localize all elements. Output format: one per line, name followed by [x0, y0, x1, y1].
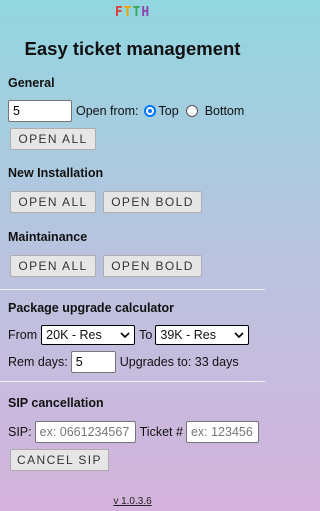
sip-number-input[interactable]	[34, 421, 136, 443]
general-options-row: Open from: Top Bottom	[8, 100, 244, 122]
to-package-select[interactable]: 39K - Res	[155, 325, 250, 345]
radio-top-label: Top	[158, 104, 179, 118]
maintenance-open-bold-button[interactable]: OPEN BOLD	[103, 255, 202, 277]
radio-bottom-label: Bottom	[204, 104, 245, 118]
ticket-number-input[interactable]	[185, 421, 259, 443]
from-package-value: 20K - Res	[46, 328, 102, 342]
rem-days-input[interactable]	[70, 351, 116, 373]
ticket-count-input[interactable]	[8, 100, 72, 122]
general-open-all-button[interactable]: OPEN ALL	[10, 128, 96, 150]
version-link[interactable]: v 1.0.3.6	[0, 496, 265, 507]
calculator-heading: Package upgrade calculator	[8, 301, 175, 315]
from-package-select[interactable]: 20K - Res	[41, 325, 136, 345]
to-label: To	[139, 328, 153, 342]
new-installation-heading: New Installation	[8, 166, 104, 180]
maintenance-open-all-button[interactable]: OPEN ALL	[10, 255, 96, 277]
ticket-label: Ticket #	[139, 425, 183, 439]
sip-row: SIP: Ticket #	[8, 421, 259, 443]
maintenance-heading: Maintainance	[8, 230, 88, 244]
logo-letter-2: T	[123, 5, 133, 20]
logo-letter-3: T	[132, 5, 142, 20]
rem-days-label: Rem days:	[8, 355, 68, 369]
from-label: From	[8, 328, 38, 342]
rem-days-row: Rem days: Upgrades to: 33 days	[8, 351, 239, 373]
divider-2	[0, 381, 265, 382]
radio-top[interactable]	[143, 105, 156, 117]
open-from-label: Open from:	[76, 104, 139, 118]
to-package-value: 39K - Res	[160, 328, 216, 342]
new-installation-open-bold-button[interactable]: OPEN BOLD	[103, 191, 202, 213]
page-title: Easy ticket management	[24, 38, 241, 59]
divider-1	[0, 289, 265, 290]
upgrades-result: Upgrades to: 33 days	[119, 355, 239, 369]
app-logo: FTTH	[0, 6, 265, 20]
logo-letter-1: F	[114, 5, 124, 20]
calculator-from-to-row: From 20K - Res To 39K - Res	[8, 325, 250, 345]
chevron-down-icon	[234, 332, 244, 339]
sip-heading: SIP cancellation	[8, 396, 104, 410]
radio-bottom[interactable]	[185, 105, 198, 117]
chevron-down-icon	[120, 332, 130, 339]
sip-label: SIP:	[8, 425, 32, 439]
general-heading: General	[8, 76, 55, 90]
new-installation-open-all-button[interactable]: OPEN ALL	[10, 191, 96, 213]
logo-letter-4: H	[141, 5, 151, 20]
cancel-sip-button[interactable]: CANCEL SIP	[10, 449, 109, 471]
